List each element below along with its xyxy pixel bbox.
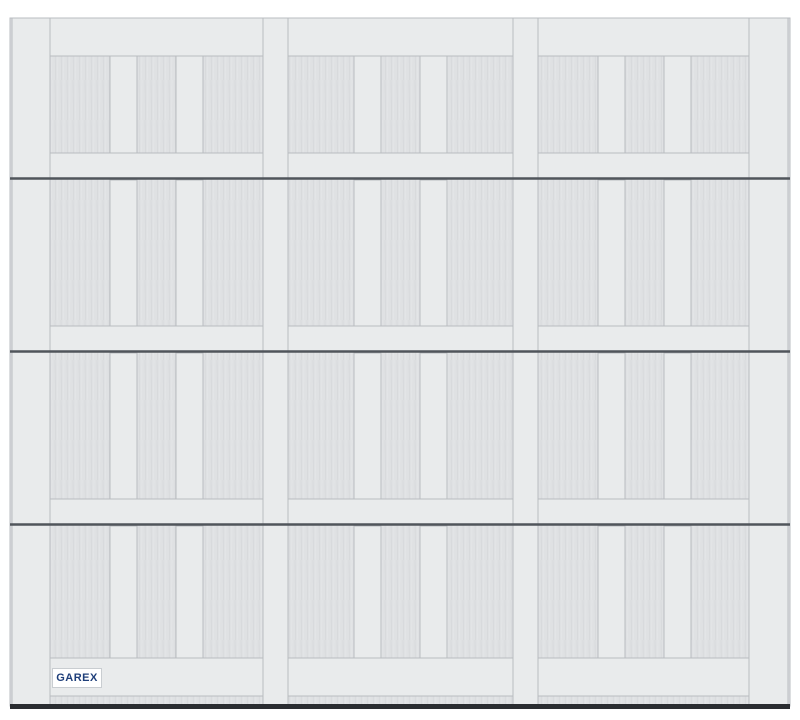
door-muntin: [353, 55, 382, 154]
door-muntin: [109, 525, 138, 659]
bottom-seal: [10, 704, 790, 709]
garage-door: [9, 17, 791, 709]
door-rail: [287, 152, 514, 179]
brand-logo-text: GAREX: [56, 672, 98, 684]
door-stile: [262, 17, 289, 707]
door-muntin: [663, 352, 692, 500]
door-rail: [537, 325, 750, 352]
door-muntin: [353, 352, 382, 500]
brand-logo-badge: GAREX: [52, 668, 102, 688]
door-rail: [537, 17, 750, 57]
door-rail: [49, 152, 264, 179]
door-stile: [11, 17, 51, 707]
door-stile: [512, 17, 539, 707]
door-muntin: [597, 525, 626, 659]
door-rail: [287, 657, 514, 697]
door-muntin: [109, 352, 138, 500]
door-muntin: [419, 525, 448, 659]
door-muntin: [109, 179, 138, 327]
door-muntin: [175, 55, 204, 154]
door-muntin: [353, 179, 382, 327]
door-muntin: [663, 525, 692, 659]
door-panels: [9, 17, 791, 709]
door-muntin: [663, 179, 692, 327]
door-rail: [287, 498, 514, 525]
door-rail: [287, 17, 514, 57]
door-muntin: [175, 352, 204, 500]
door-rail: [287, 325, 514, 352]
door-muntin: [175, 179, 204, 327]
door-muntin: [597, 55, 626, 154]
door-rail: [537, 152, 750, 179]
door-muntin: [419, 352, 448, 500]
door-muntin: [353, 525, 382, 659]
door-muntin: [419, 179, 448, 327]
door-muntin: [597, 352, 626, 500]
door-rail: [537, 498, 750, 525]
door-muntin: [663, 55, 692, 154]
door-muntin: [109, 55, 138, 154]
door-stile: [748, 17, 789, 707]
door-rail: [537, 657, 750, 697]
door-rail: [49, 498, 264, 525]
door-rail: [49, 325, 264, 352]
door-muntin: [597, 179, 626, 327]
door-muntin: [419, 55, 448, 154]
door-muntin: [175, 525, 204, 659]
door-rail: [49, 17, 264, 57]
